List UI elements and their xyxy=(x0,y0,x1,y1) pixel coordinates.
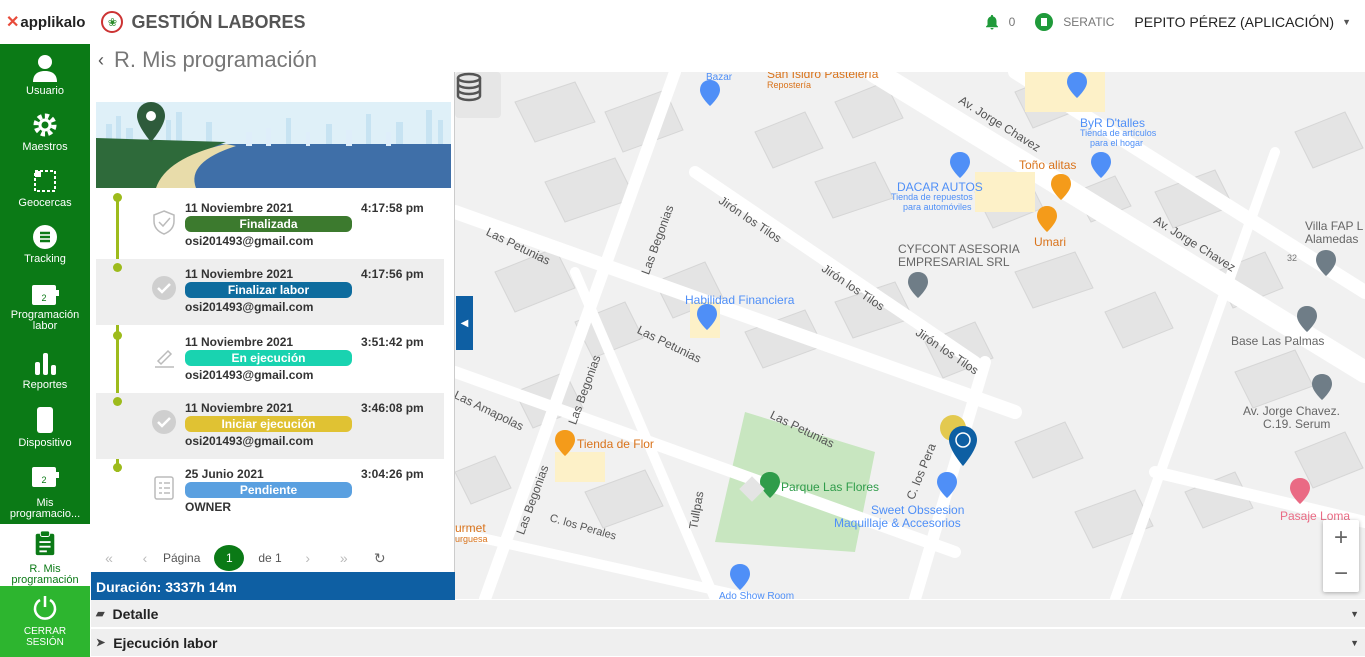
check-circle-icon xyxy=(152,276,176,300)
page-total: de 1 xyxy=(258,551,282,565)
sidebar-item-usuario[interactable]: Usuario xyxy=(0,54,90,104)
sidebar-item-dispositivo[interactable]: Dispositivo xyxy=(0,406,90,456)
sidebar-item-maestros[interactable]: Maestros xyxy=(0,112,90,162)
sidebar-item-geocercas[interactable]: Geocercas xyxy=(0,168,90,218)
sidebar-item-r-mis-programacion[interactable]: R. Mis programación xyxy=(0,524,90,586)
first-page-icon[interactable]: « xyxy=(103,550,115,566)
last-page-icon[interactable]: » xyxy=(338,550,350,566)
database-icon xyxy=(456,72,482,102)
svg-text:2: 2 xyxy=(41,475,46,485)
zoom-control: + − xyxy=(1323,520,1359,592)
notification-count: 0 xyxy=(1008,15,1016,29)
company-name: SERATIC xyxy=(1063,15,1115,29)
phone-icon xyxy=(37,407,53,433)
user-menu[interactable]: PEPITO PÉREZ (APLICACIÓN) xyxy=(1134,14,1334,30)
gear-icon xyxy=(33,113,57,137)
sidebar-item-tracking[interactable]: Tracking xyxy=(0,224,90,274)
logout-button[interactable]: CERRAR SESIÓN xyxy=(0,586,90,657)
timeline-item[interactable]: 25 Junio 2021 3:04:26 pm Pendiente OWNER xyxy=(96,459,444,525)
pagination: « ‹ Página 1 de 1 › » ↻ xyxy=(91,544,455,572)
timeline-panel: 11 Noviembre 2021 4:17:58 pm Finalizada … xyxy=(91,72,455,600)
duration-bar: Duración: 3337h 14m xyxy=(91,572,455,600)
section-detalle[interactable]: ▰ Detalle ▼ xyxy=(91,600,1365,627)
checklist-icon xyxy=(154,476,174,500)
sidebar: Usuario Maestros Geocercas Tracking 2 Pr… xyxy=(0,44,90,657)
timeline-item[interactable]: 11 Noviembre 2021 3:51:42 pm En ejecució… xyxy=(96,327,444,393)
zoom-in-button[interactable]: + xyxy=(1323,520,1359,556)
sidebar-item-reportes[interactable]: Reportes xyxy=(0,350,90,400)
pencil-icon xyxy=(155,349,174,368)
timeline-dot xyxy=(113,331,122,340)
section-ejecucion-labor[interactable]: ➤ Ejecución labor ▼ xyxy=(91,629,1365,656)
clipboard-icon xyxy=(35,530,55,556)
sidebar-item-mis-programaciones[interactable]: 2 Mis programacio... xyxy=(0,464,90,524)
brand-logo[interactable]: ✕ applikalo xyxy=(6,12,85,32)
check-circle-icon xyxy=(152,410,176,434)
bell-icon[interactable] xyxy=(983,13,1001,31)
prev-page-icon[interactable]: ‹ xyxy=(139,550,151,566)
calendar-icon: 2 xyxy=(32,285,59,305)
svg-text:2: 2 xyxy=(41,293,46,303)
layers-button[interactable] xyxy=(455,72,501,118)
timeline-item[interactable]: 11 Noviembre 2021 4:17:58 pm Finalizada … xyxy=(96,193,444,259)
send-icon: ➤ xyxy=(96,637,106,649)
timeline-dot xyxy=(113,263,122,272)
power-icon xyxy=(33,596,57,620)
refresh-icon[interactable]: ↻ xyxy=(374,550,386,567)
map-view[interactable]: Bazar San Isidro Pastelería Repostería B… xyxy=(455,72,1365,599)
caret-down-icon: ▼ xyxy=(1350,608,1359,619)
bar-chart-icon xyxy=(35,353,56,375)
caret-down-icon[interactable]: ▼ xyxy=(1342,17,1351,27)
brand-mark-icon: ✕ xyxy=(6,14,20,31)
top-bar: ✕ applikalo ❀ GESTIÓN LABORES 0 SERATIC P… xyxy=(0,0,1365,44)
status-badge: Pendiente xyxy=(185,482,352,498)
page-label: Página xyxy=(163,551,201,565)
calendar-icon: 2 xyxy=(32,467,59,487)
page-number-input[interactable]: 1 xyxy=(214,545,245,571)
breadcrumb: ‹ R. Mis programación xyxy=(98,46,317,74)
timeline-item[interactable]: 11 Noviembre 2021 3:46:08 pm Iniciar eje… xyxy=(96,393,444,459)
shield-check-icon xyxy=(153,210,175,235)
page-title: R. Mis programación xyxy=(114,47,317,72)
app-title: GESTIÓN LABORES xyxy=(131,11,306,32)
sidebar-item-programacion-labor[interactable]: 2 Programación labor xyxy=(0,282,90,342)
timeline-dot xyxy=(113,193,122,202)
company-icon xyxy=(1035,13,1054,31)
tag-icon: ▰ xyxy=(96,608,105,620)
next-page-icon[interactable]: › xyxy=(302,550,314,566)
user-icon xyxy=(33,55,57,82)
collapse-panel-button[interactable]: ◀ xyxy=(456,296,473,350)
timeline-dot xyxy=(113,463,122,472)
timeline-item[interactable]: 11 Noviembre 2021 4:17:56 pm Finalizar l… xyxy=(96,259,444,325)
back-arrow-icon[interactable]: ‹ xyxy=(98,50,104,71)
status-badge: Finalizada xyxy=(185,216,352,232)
timeline-dot xyxy=(113,397,122,406)
caret-down-icon: ▼ xyxy=(1350,637,1359,648)
city-banner-image xyxy=(96,102,451,188)
geofence-icon xyxy=(34,170,56,192)
app-logo-icon: ❀ xyxy=(101,11,124,33)
status-badge: En ejecución xyxy=(185,350,352,366)
status-badge: Iniciar ejecución xyxy=(185,416,352,432)
status-badge: Finalizar labor xyxy=(185,282,352,298)
tracking-icon xyxy=(33,225,57,249)
zoom-out-button[interactable]: − xyxy=(1323,556,1359,592)
